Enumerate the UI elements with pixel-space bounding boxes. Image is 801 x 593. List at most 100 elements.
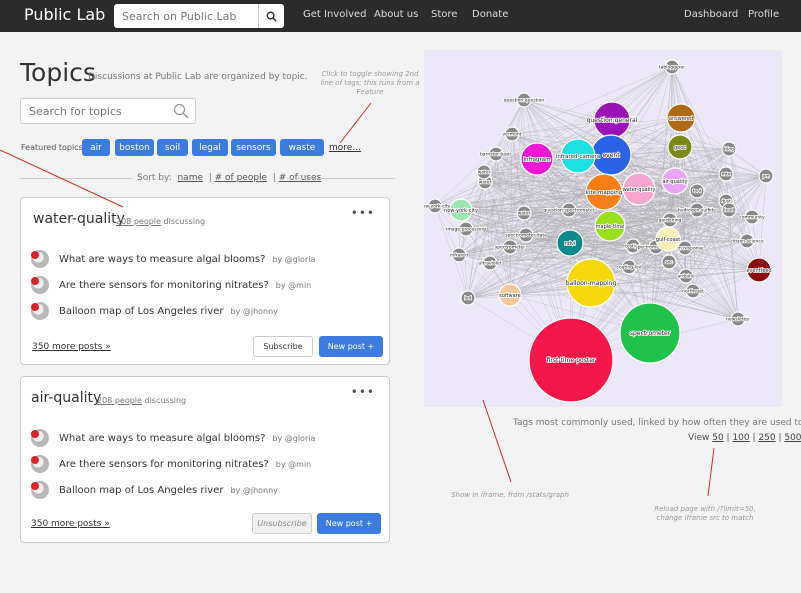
more-options-icon[interactable]: ••• xyxy=(351,206,375,220)
tag-node-label: gardening xyxy=(659,218,682,224)
post-author[interactable]: by @gloria xyxy=(272,255,315,264)
post-author[interactable]: by @min xyxy=(276,460,311,469)
topic-title[interactable]: water-quality xyxy=(33,211,125,227)
view-250[interactable]: 250 xyxy=(758,433,775,443)
tag-node[interactable]: newsletter xyxy=(725,311,751,327)
tag-node-label: vermont xyxy=(503,132,522,138)
nav-about-us[interactable]: About us xyxy=(374,9,418,20)
sort-by-people[interactable]: # of people xyxy=(215,173,267,183)
tag-node-label: ndvi xyxy=(565,241,576,247)
post-title[interactable]: Are there sensors for monitoring nitrate… xyxy=(59,280,269,291)
tag-node[interactable]: maple-time xyxy=(594,210,626,242)
tag-node[interactable]: first-time-poster xyxy=(528,317,614,403)
tag-node[interactable]: geoc xyxy=(667,134,693,160)
tag-node-label: soc xyxy=(665,261,673,266)
tag-node[interactable]: lead xyxy=(721,202,737,218)
tag-node[interactable]: software xyxy=(498,283,522,307)
graph-edge xyxy=(692,216,753,292)
topic-search-input[interactable] xyxy=(21,99,171,123)
tag-node-label: gulf-coast xyxy=(656,237,681,243)
tag-node-label: pm xyxy=(762,175,769,180)
search-icon[interactable] xyxy=(173,103,189,119)
tag-node[interactable]: question:question xyxy=(503,92,545,108)
new-post-button[interactable]: New post + xyxy=(319,336,383,357)
tag-node-label: tabloggerer xyxy=(659,65,685,71)
post-author[interactable]: by @jhonny xyxy=(230,486,277,495)
unsubscribe-button[interactable]: Unsubscribe xyxy=(252,513,312,534)
nav-store[interactable]: Store xyxy=(431,9,457,20)
avatar xyxy=(31,455,49,473)
more-posts-link[interactable]: 350 more posts » xyxy=(31,519,110,529)
tag-node[interactable]: gulf-coast xyxy=(655,226,681,252)
tag-node[interactable]: water xyxy=(516,205,532,221)
tag-node[interactable]: led xyxy=(460,290,476,306)
nav-donate[interactable]: Donate xyxy=(472,9,508,20)
view-500[interactable]: 500 xyxy=(784,433,801,443)
page-subtitle: Discussions at Public Lab are organized … xyxy=(88,72,308,82)
tag-node[interactable]: eventfeed xyxy=(746,257,772,283)
tag-node[interactable]: spectrometer xyxy=(619,302,681,364)
sort-by-name[interactable]: name xyxy=(177,173,203,183)
more-posts-link[interactable]: 350 more posts » xyxy=(32,342,111,352)
tag-node[interactable]: infrared xyxy=(449,247,469,263)
tag-graph[interactable]: tabloggerer question:question vermont barns… xyxy=(424,50,782,407)
tag-node[interactable]: kite-mapping xyxy=(585,173,623,211)
tag-node-label: tool xyxy=(693,189,702,195)
people-link[interactable]: 208 people xyxy=(116,217,161,226)
tag-node-label: balloon-mapping xyxy=(566,280,617,287)
post-title[interactable]: What are ways to measure algal blooms? xyxy=(59,433,265,444)
tag-node[interactable]: tool xyxy=(689,183,705,199)
tag-node[interactable]: vermont xyxy=(502,126,523,142)
site-search-input[interactable] xyxy=(114,4,258,28)
featured-topic-legal[interactable]: legal xyxy=(192,139,228,156)
search-button[interactable] xyxy=(258,4,284,28)
post-title[interactable]: Balloon map of Los Angeles river xyxy=(59,485,223,496)
tag-node[interactable]: soc xyxy=(661,254,677,270)
tag-node[interactable]: mtx xyxy=(718,166,734,182)
featured-topic-air[interactable]: air xyxy=(82,139,110,156)
tag-node-label: infrared-camera xyxy=(556,154,600,160)
tag-node[interactable]: air-quality xyxy=(661,167,689,195)
post-author[interactable]: by @min xyxy=(276,281,311,290)
tag-node[interactable]: pm xyxy=(758,168,774,184)
post-title[interactable]: Balloon map of Los Angeles river xyxy=(59,306,223,317)
tag-node-label: air-quality xyxy=(662,179,687,185)
featured-topic-soil[interactable]: soil xyxy=(157,139,188,156)
nav-dashboard[interactable]: Dashboard xyxy=(684,9,738,20)
tag-node-label: geoc xyxy=(674,145,686,151)
tag-node[interactable]: balloon-mapping xyxy=(565,258,617,308)
tag-node[interactable]: northeast xyxy=(681,283,705,299)
people-link[interactable]: 208 people xyxy=(97,396,142,405)
graph-edge xyxy=(758,175,767,271)
nav-profile[interactable]: Profile xyxy=(748,9,779,20)
featured-topics-label: Featured topics: xyxy=(21,143,86,152)
brand-logo[interactable]: Public Lab xyxy=(24,5,105,24)
tag-node-label: coating-led xyxy=(616,265,641,271)
tag-node[interactable]: water xyxy=(476,164,492,180)
featured-topic-sensors[interactable]: sensors xyxy=(231,139,276,156)
subscribe-button[interactable]: Subscribe xyxy=(253,336,313,357)
nav-get-involved[interactable]: Get Involved xyxy=(303,9,367,20)
tag-node-label: infrared xyxy=(450,253,468,259)
more-topics-link[interactable]: more... xyxy=(329,143,361,153)
view-100[interactable]: 100 xyxy=(732,433,749,443)
featured-topic-boston[interactable]: boston xyxy=(115,139,154,156)
tag-node[interactable]: water-quality xyxy=(622,172,656,206)
tag-network[interactable]: tabloggerer question:question vermont barns… xyxy=(424,50,782,407)
tag-node[interactable]: ndvi xyxy=(556,229,584,257)
view-50[interactable]: 50 xyxy=(712,433,723,443)
post-title[interactable]: What are ways to measure algal blooms? xyxy=(59,254,265,265)
tag-node[interactable]: answered xyxy=(666,103,696,133)
tag-node-label: hydrogen-sulfide xyxy=(678,208,716,214)
new-post-button[interactable]: New post + xyxy=(317,513,381,534)
tag-node[interactable]: blog xyxy=(721,141,737,157)
more-options-icon[interactable]: ••• xyxy=(351,385,375,399)
post-title[interactable]: Are there sensors for monitoring nitrate… xyxy=(59,459,269,470)
topic-title[interactable]: air-quality xyxy=(31,390,101,406)
post-author[interactable]: by @jhonny xyxy=(230,307,277,316)
featured-topic-waste[interactable]: waste xyxy=(280,139,324,156)
list-item: Are there sensors for monitoring nitrate… xyxy=(31,276,311,294)
post-author[interactable]: by @gloria xyxy=(272,434,315,443)
tag-node[interactable]: infragram xyxy=(520,142,554,176)
topic-people-count: 208 people discussing xyxy=(116,217,205,226)
